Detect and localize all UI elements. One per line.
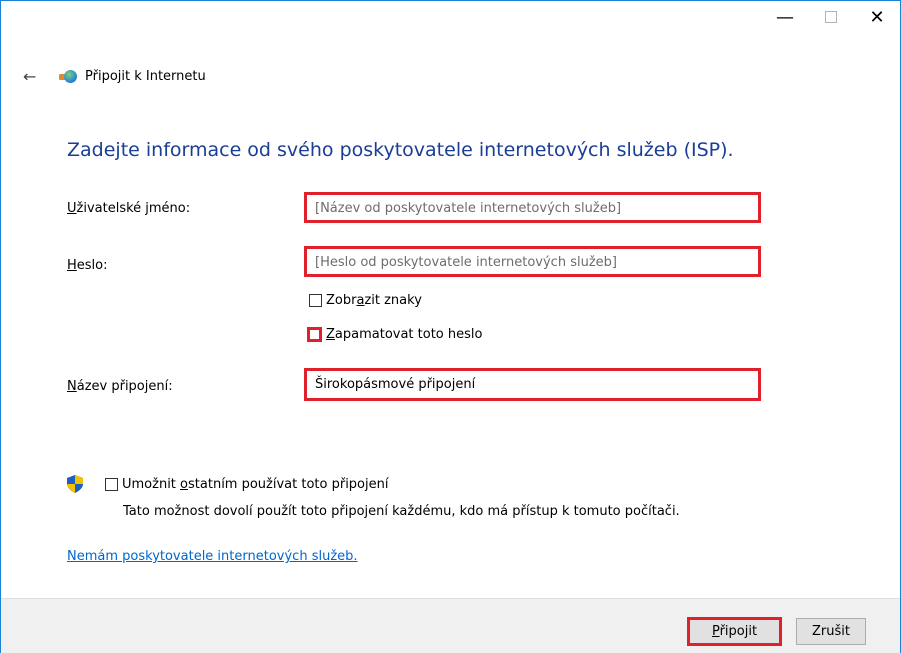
connection-name-value: Širokopásmové připojení — [315, 377, 476, 392]
network-connection-icon — [59, 69, 77, 85]
connection-name-label: Název připojení: — [67, 379, 173, 394]
connection-name-input[interactable]: Širokopásmové připojení — [304, 368, 761, 401]
minimize-button[interactable]: — — [762, 1, 808, 33]
connect-button-label: Připojit — [711, 624, 758, 639]
minimize-icon: — — [776, 6, 794, 28]
username-input[interactable]: [Název od poskytovatele internetových sl… — [304, 192, 761, 223]
cancel-button[interactable]: Zrušit — [796, 618, 866, 645]
remember-password-label: Zapamatovat toto heslo — [326, 327, 483, 342]
show-chars-label: Zobrazit znaky — [326, 293, 422, 308]
username-label: Uživatelské jméno: — [67, 201, 191, 216]
cancel-button-label: Zrušit — [812, 624, 850, 639]
allow-others-label: Umožnit ostatním používat toto připojení — [122, 477, 389, 492]
dialog-window: — ✕ ← Připojit k Internetu Zadejte infor… — [0, 0, 901, 653]
password-placeholder: [Heslo od poskytovatele internetových sl… — [315, 255, 617, 270]
connect-button[interactable]: Připojit — [687, 617, 782, 646]
uac-shield-icon — [67, 475, 83, 493]
maximize-icon — [825, 11, 837, 23]
page-heading: Zadejte informace od svého poskytovatele… — [67, 139, 734, 161]
dialog-footer: Připojit Zrušit — [1, 598, 900, 653]
allow-others-checkbox[interactable] — [105, 478, 118, 491]
nav-row: ← Připojit k Internetu — [23, 67, 206, 86]
close-icon: ✕ — [869, 6, 885, 28]
show-chars-row: Zobrazit znaky — [309, 293, 422, 308]
close-button[interactable]: ✕ — [854, 1, 900, 33]
username-placeholder: [Název od poskytovatele internetových sl… — [315, 201, 622, 216]
allow-others-row: Umožnit ostatním používat toto připojení — [105, 477, 388, 492]
titlebar-controls: — ✕ — [762, 1, 900, 33]
allow-others-description: Tato možnost dovolí použít toto připojen… — [123, 504, 680, 519]
password-label: Heslo: — [67, 258, 108, 273]
no-isp-link[interactable]: Nemám poskytovatele internetových služeb… — [67, 549, 358, 564]
window-title: Připojit k Internetu — [85, 69, 206, 84]
back-arrow-icon[interactable]: ← — [23, 67, 43, 86]
maximize-button[interactable] — [808, 1, 854, 33]
remember-password-checkbox[interactable] — [307, 327, 322, 342]
remember-password-row: Zapamatovat toto heslo — [307, 327, 482, 342]
show-chars-checkbox[interactable] — [309, 294, 322, 307]
password-input[interactable]: [Heslo od poskytovatele internetových sl… — [304, 246, 761, 277]
